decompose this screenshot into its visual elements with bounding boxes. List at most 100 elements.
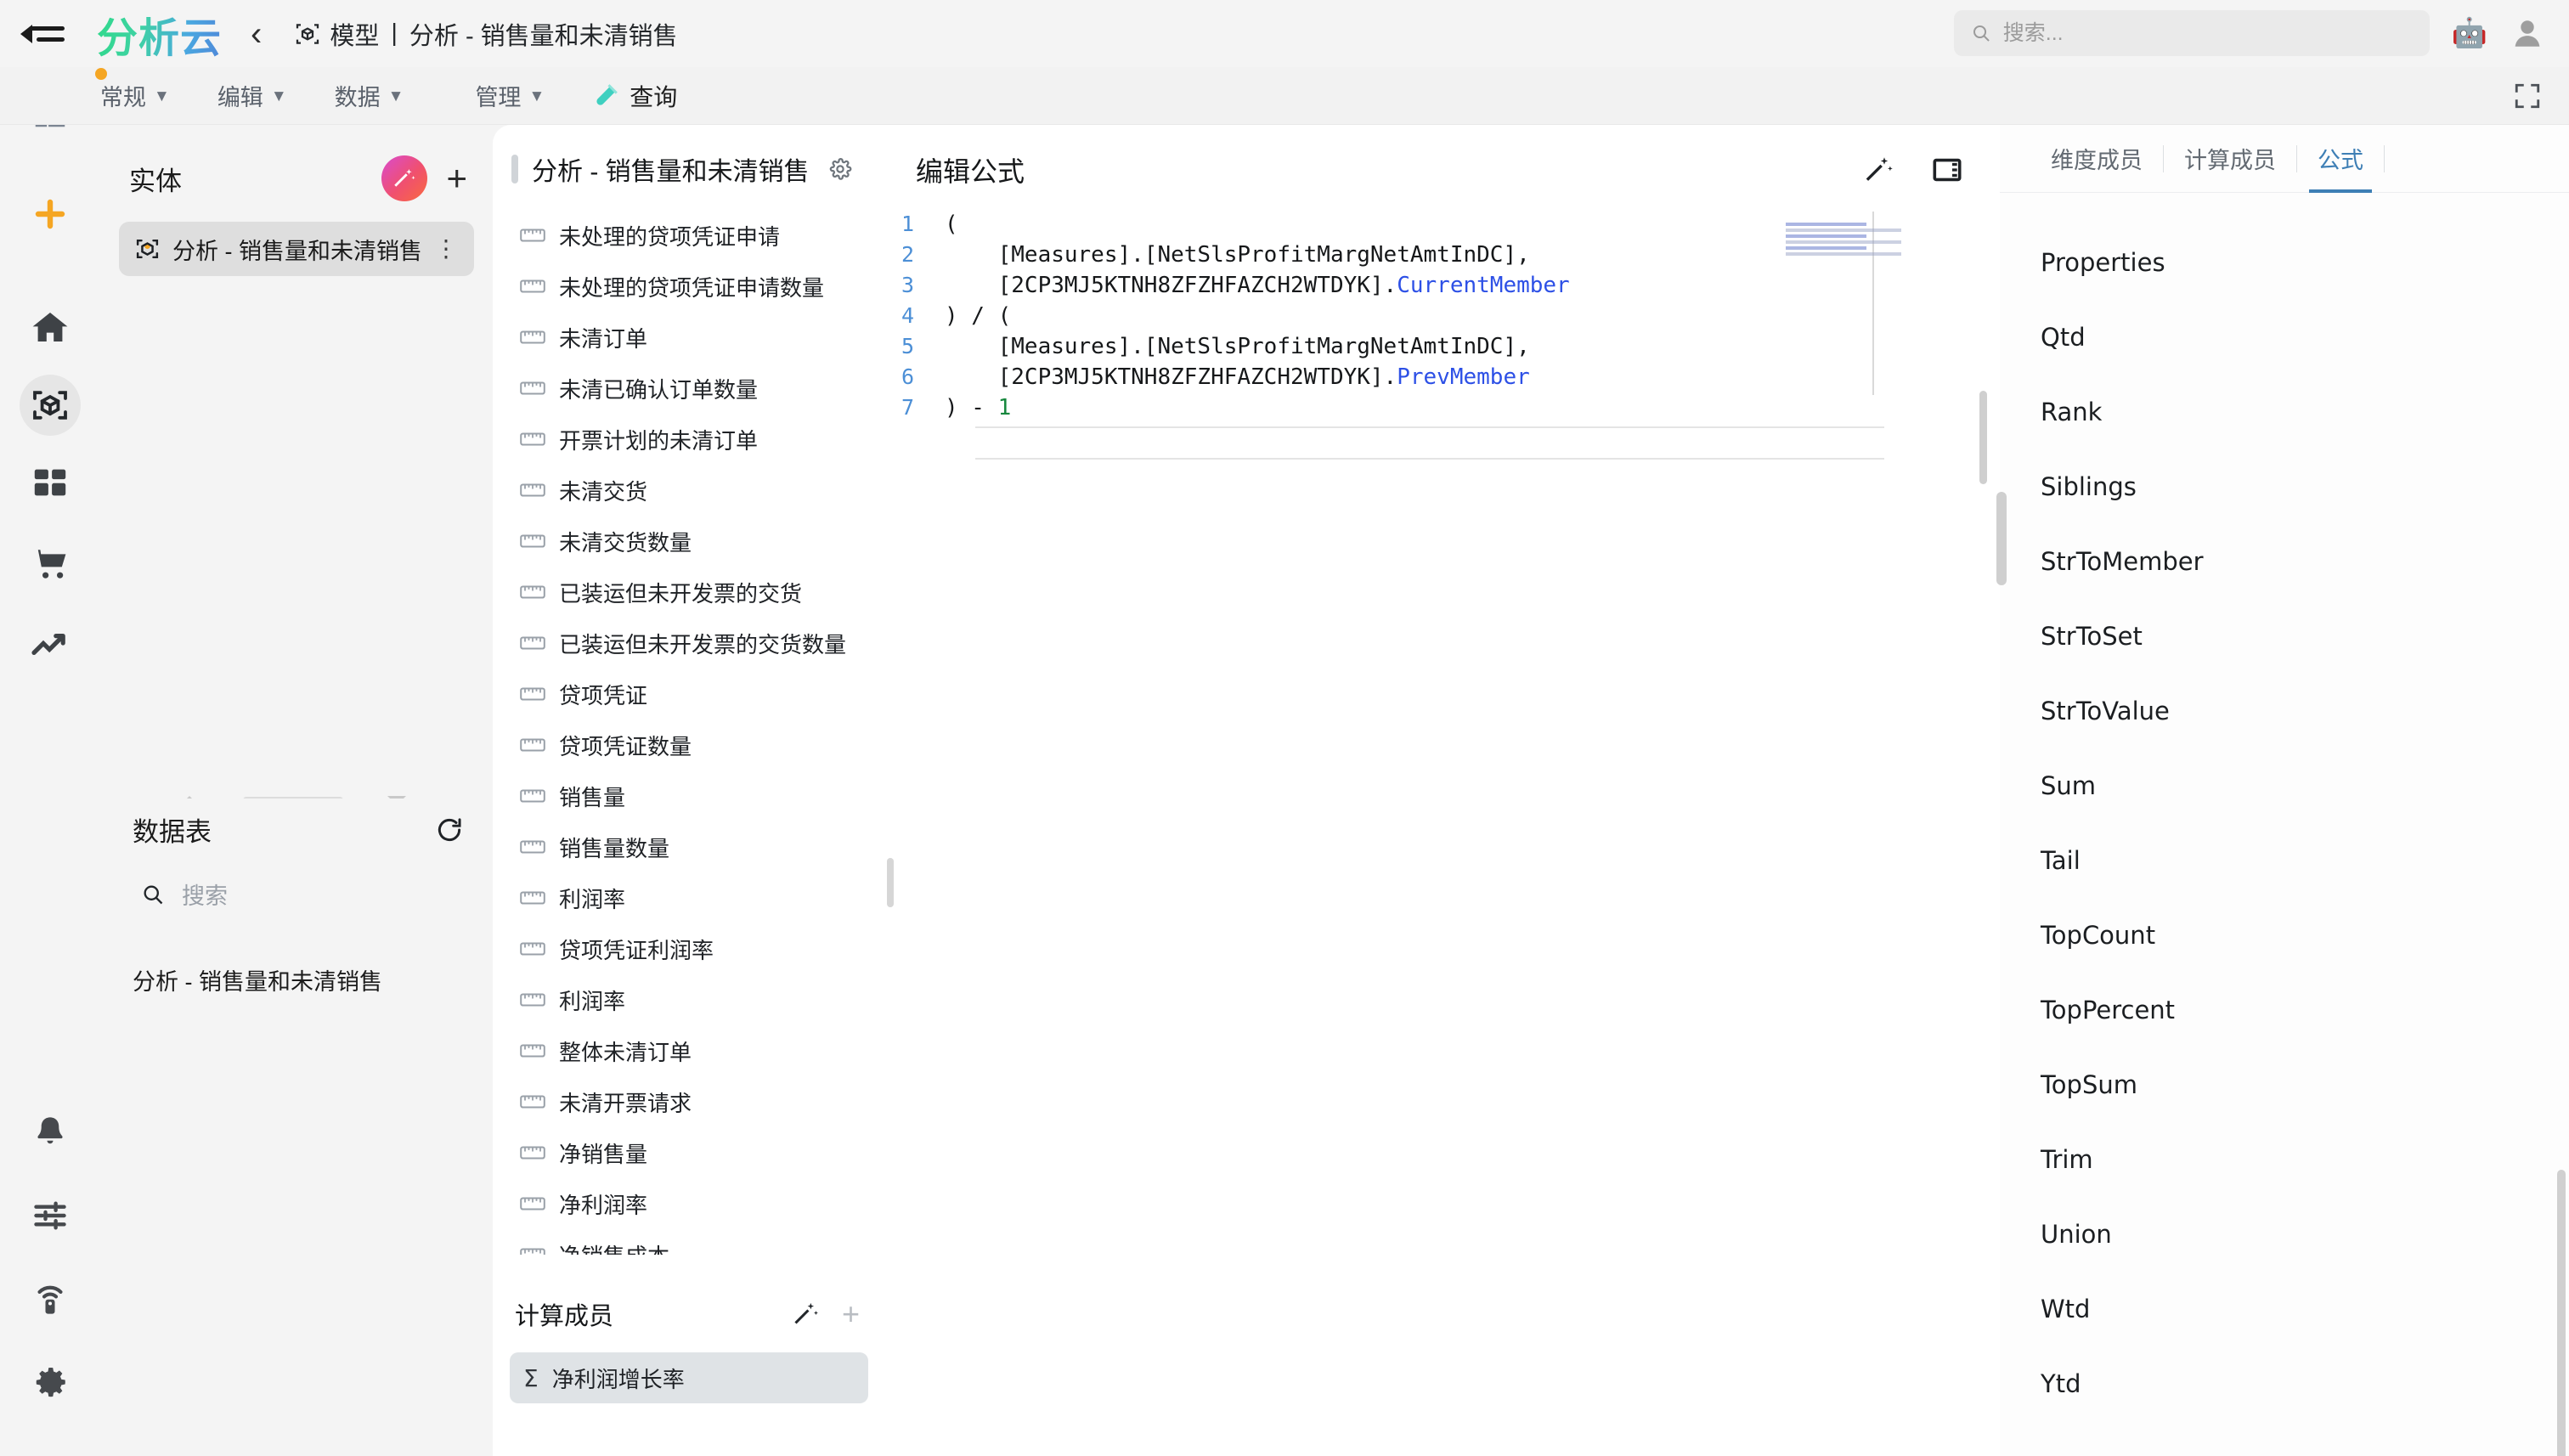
datatable-search[interactable]: 搜索 xyxy=(100,849,493,911)
ruler-measure-icon xyxy=(520,229,545,242)
measure-list-item[interactable]: 贷项凭证数量 xyxy=(493,720,885,770)
function-list-item[interactable]: Tail xyxy=(2000,823,2569,898)
editor-left-resize-handle[interactable] xyxy=(887,858,894,907)
code-line[interactable]: 5 [Measures].[NetSlsProfitMargNetAmtInDC… xyxy=(885,334,2000,364)
measure-label: 贷项凭证利润率 xyxy=(559,937,714,963)
measure-list-item[interactable]: 利润率 xyxy=(493,872,885,923)
measure-list-item[interactable]: 未清开票请求 xyxy=(493,1076,885,1127)
breadcrumb-root[interactable]: 模型 xyxy=(330,16,379,52)
add-entity-button[interactable]: + xyxy=(446,161,467,196)
rail-item-remote[interactable] xyxy=(24,1273,76,1325)
rail-item-settings[interactable] xyxy=(24,1356,76,1408)
measure-list-item[interactable]: 未处理的贷项凭证申请 xyxy=(493,210,885,261)
global-search[interactable] xyxy=(1953,10,2430,56)
menu-item-query[interactable]: 查询 xyxy=(592,79,677,113)
measure-list-item[interactable]: 未清已确认订单数量 xyxy=(493,363,885,414)
gear-icon[interactable] xyxy=(828,157,852,181)
formula-code-area[interactable]: 1 (2 [Measures].[NetSlsProfitMargNetAmtIn… xyxy=(885,212,2007,585)
menu-collapse-icon[interactable] xyxy=(20,19,65,49)
datatable-entry[interactable]: 分析 - 销售量和未清销售 xyxy=(100,911,493,996)
measure-list-item[interactable]: 未清交货数量 xyxy=(493,516,885,567)
magic-wand-icon[interactable] xyxy=(793,1301,820,1328)
code-line[interactable]: 4 ) / ( xyxy=(885,303,2000,334)
measure-list-item[interactable]: 净销售量 xyxy=(493,1127,885,1178)
notification-dot-icon xyxy=(95,68,107,80)
magic-wand-icon[interactable] xyxy=(381,155,428,201)
code-text[interactable]: [2CP3MJ5KTNH8ZFZHFAZCH2WTDYK].CurrentMem… xyxy=(945,273,1570,298)
menu-item-data[interactable]: 数据 ▼ xyxy=(335,79,404,112)
menu-item-general[interactable]: 常规 ▼ xyxy=(95,68,170,112)
code-line[interactable]: 3 [2CP3MJ5KTNH8ZFZHFAZCH2WTDYK].CurrentM… xyxy=(885,273,2000,303)
function-list-item[interactable]: Union xyxy=(2000,1197,2569,1272)
line-number: 4 xyxy=(901,303,914,328)
robot-icon[interactable]: 🤖 xyxy=(2452,19,2487,48)
code-line[interactable]: 6 [2CP3MJ5KTNH8ZFZHFAZCH2WTDYK].PrevMemb… xyxy=(885,364,2000,395)
function-list-item[interactable]: StrToValue xyxy=(2000,674,2569,748)
subtab-dimension-members[interactable]: 维度成员 xyxy=(2030,125,2163,193)
measure-list-item[interactable]: 贷项凭证 xyxy=(493,669,885,720)
code-text[interactable]: [Measures].[NetSlsProfitMargNetAmtInDC], xyxy=(945,334,1530,359)
function-list-item[interactable]: StrToSet xyxy=(2000,599,2569,674)
code-minimap[interactable] xyxy=(1786,220,1901,264)
add-calculated-member-button[interactable]: + xyxy=(842,1299,860,1329)
measure-list-item[interactable]: 未清订单 xyxy=(493,312,885,363)
function-list-item[interactable]: Trim xyxy=(2000,1122,2569,1197)
function-list-item[interactable]: Properties xyxy=(2000,225,2569,300)
rail-item-analytics[interactable] xyxy=(24,619,76,672)
subtab-calculated-members[interactable]: 计算成员 xyxy=(2164,125,2296,193)
measure-list-item[interactable]: 利润率 xyxy=(493,974,885,1025)
menu-item-manage[interactable]: 管理 ▼ xyxy=(475,79,545,112)
function-list-item[interactable]: Wtd xyxy=(2000,1272,2569,1346)
measure-list-item[interactable]: 净销售成本 xyxy=(493,1229,885,1255)
panel-layout-icon[interactable] xyxy=(1932,155,1962,185)
editor-vertical-scrollbar[interactable] xyxy=(1996,492,2007,585)
measure-list-item[interactable]: 销售量 xyxy=(493,770,885,821)
function-list-item[interactable]: TopCount xyxy=(2000,898,2569,973)
fullscreen-expand-icon[interactable] xyxy=(2513,82,2542,110)
code-text[interactable]: ( xyxy=(945,212,958,237)
code-text[interactable]: ) - 1 xyxy=(945,395,1011,420)
measure-list-item[interactable]: 已装运但未开发票的交货 xyxy=(493,567,885,618)
code-text[interactable]: [Measures].[NetSlsProfitMargNetAmtInDC], xyxy=(945,242,1530,268)
magic-wand-icon[interactable] xyxy=(1864,155,1894,185)
measure-list-item[interactable]: 开票计划的未清订单 xyxy=(493,414,885,465)
function-list-item[interactable]: Qtd xyxy=(2000,300,2569,375)
ruler-measure-icon xyxy=(520,381,545,395)
subtab-formula[interactable]: 公式 xyxy=(2297,125,2384,193)
measure-list-item[interactable]: 净利润率 xyxy=(493,1178,885,1229)
measure-list-item[interactable]: 已装运但未开发票的交货数量 xyxy=(493,618,885,669)
more-vertical-icon[interactable]: ⋮ xyxy=(434,237,459,261)
function-list-item[interactable]: Ytd xyxy=(2000,1346,2569,1421)
calculated-member-item[interactable]: Σ 净利润增长率 xyxy=(510,1352,868,1403)
rail-item-cart[interactable] xyxy=(24,538,76,590)
code-text[interactable]: [2CP3MJ5KTNH8ZFZHFAZCH2WTDYK].PrevMember xyxy=(945,364,1530,390)
function-list-item[interactable]: Sum xyxy=(2000,748,2569,823)
rail-item-add[interactable] xyxy=(24,188,76,240)
measure-list-item[interactable]: 未清交货 xyxy=(493,465,885,516)
entity-list-item[interactable]: 分析 - 销售量和未清销售 ⋮ xyxy=(119,222,474,276)
search-input[interactable] xyxy=(2002,20,2413,46)
editor-right-resize-handle[interactable] xyxy=(1979,391,1987,484)
menu-item-edit[interactable]: 编辑 ▼ xyxy=(217,79,287,112)
function-list-item[interactable]: Rank xyxy=(2000,375,2569,449)
measure-list-item[interactable]: 整体未清订单 xyxy=(493,1025,885,1076)
back-chevron-icon[interactable]: ‹ xyxy=(251,17,262,51)
cube-scan-icon xyxy=(33,391,67,420)
code-line[interactable]: 7) - 1 xyxy=(885,395,2000,426)
function-list-item[interactable]: TopPercent xyxy=(2000,973,2569,1047)
code-text[interactable]: ) / ( xyxy=(945,303,1011,329)
rail-item-model[interactable] xyxy=(20,375,81,436)
refresh-icon[interactable] xyxy=(435,815,464,844)
user-avatar-icon[interactable] xyxy=(2510,15,2545,51)
measure-list-item[interactable]: 贷项凭证利润率 xyxy=(493,923,885,974)
rail-item-notifications[interactable] xyxy=(24,1106,76,1159)
measure-list-item[interactable]: 未处理的贷项凭证申请数量 xyxy=(493,261,885,312)
rail-item-dashboard[interactable] xyxy=(24,456,76,509)
right-panel-scrollbar[interactable] xyxy=(2557,1170,2566,1456)
function-list-item[interactable]: StrToMember xyxy=(2000,524,2569,599)
measure-list-item[interactable]: 销售量数量 xyxy=(493,821,885,872)
function-list-item[interactable]: Siblings xyxy=(2000,449,2569,524)
function-list-item[interactable]: TopSum xyxy=(2000,1047,2569,1122)
rail-item-home[interactable] xyxy=(24,302,76,354)
rail-item-settings-sliders[interactable] xyxy=(24,1189,76,1242)
